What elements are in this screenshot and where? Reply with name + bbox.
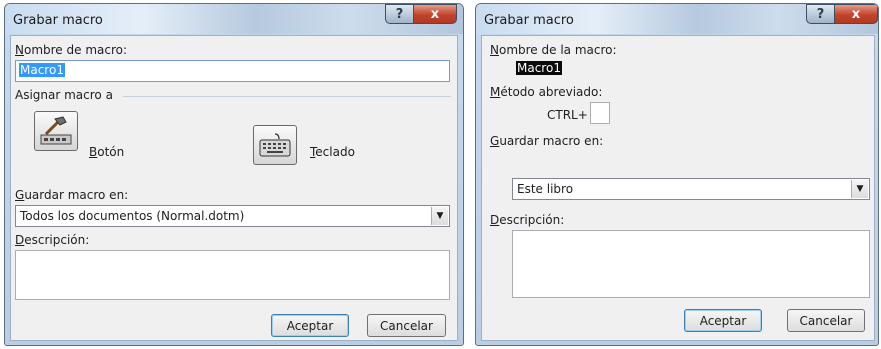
left-assign-button-button[interactable] <box>34 111 78 151</box>
right-store-label: Guardar macro en: <box>490 134 604 148</box>
right-title-bar[interactable]: Grabar macro ? x <box>476 4 878 34</box>
left-macro-name-input[interactable]: Macro1 <box>15 60 450 82</box>
left-store-value: Todos los documentos (Normal.dotm) <box>20 209 245 223</box>
left-help-button[interactable]: ? <box>385 4 413 24</box>
keyboard-icon <box>259 133 291 157</box>
right-name-label: Nombre de la macro: <box>490 43 617 57</box>
right-description-textarea[interactable] <box>512 230 870 298</box>
close-icon: x <box>851 6 861 22</box>
left-store-label: Guardar macro en: <box>15 188 129 202</box>
close-icon: x <box>430 6 440 22</box>
right-record-macro-dialog: Grabar macro ? x Nombre de la macro: Mac… <box>475 3 879 346</box>
left-assign-label: Asignar macro a <box>15 88 113 102</box>
chevron-down-icon[interactable]: ▼ <box>431 207 448 225</box>
left-close-button[interactable]: x <box>413 4 457 24</box>
left-description-textarea[interactable] <box>15 250 450 300</box>
chevron-down-icon[interactable]: ▼ <box>851 180 868 198</box>
right-description-label: Descripción: <box>490 213 565 227</box>
right-store-dropdown[interactable]: Este libro ▼ <box>512 178 870 200</box>
left-record-macro-dialog: Grabar macro ? x Nombre de macro: Macro1… <box>4 3 464 346</box>
right-macro-name-input[interactable]: Macro1 <box>516 61 562 75</box>
left-assign-button-label: Botón <box>89 145 125 159</box>
right-store-value: Este libro <box>517 182 574 196</box>
right-ctrl-label: CTRL+ <box>547 108 588 122</box>
left-assign-keyboard-label: Teclado <box>310 145 355 159</box>
left-cancel-button[interactable]: Cancelar <box>367 314 446 337</box>
left-title-bar[interactable]: Grabar macro ? x <box>5 4 463 34</box>
right-client-area: Nombre de la macro: Macro1 Método abrevi… <box>481 35 875 341</box>
left-dialog-title: Grabar macro <box>13 13 103 28</box>
right-cancel-button[interactable]: Cancelar <box>787 309 865 332</box>
left-assign-divider <box>123 96 451 97</box>
left-name-label: Nombre de macro: <box>15 43 128 57</box>
right-ok-button[interactable]: Aceptar <box>684 309 762 332</box>
left-description-label: Descripción: <box>15 233 90 247</box>
left-client-area: Nombre de macro: Macro1 Asignar macro a … <box>10 35 458 341</box>
right-shortcut-label: Método abreviado: <box>490 85 603 99</box>
left-assign-keyboard-button[interactable] <box>253 125 297 165</box>
hammer-icon <box>40 116 72 145</box>
right-shortcut-key-input[interactable] <box>590 102 610 124</box>
left-ok-button[interactable]: Aceptar <box>271 314 349 337</box>
right-help-button[interactable]: ? <box>806 4 834 24</box>
right-dialog-title: Grabar macro <box>484 13 574 28</box>
right-close-button[interactable]: x <box>834 4 878 24</box>
left-store-dropdown[interactable]: Todos los documentos (Normal.dotm) ▼ <box>15 205 450 227</box>
